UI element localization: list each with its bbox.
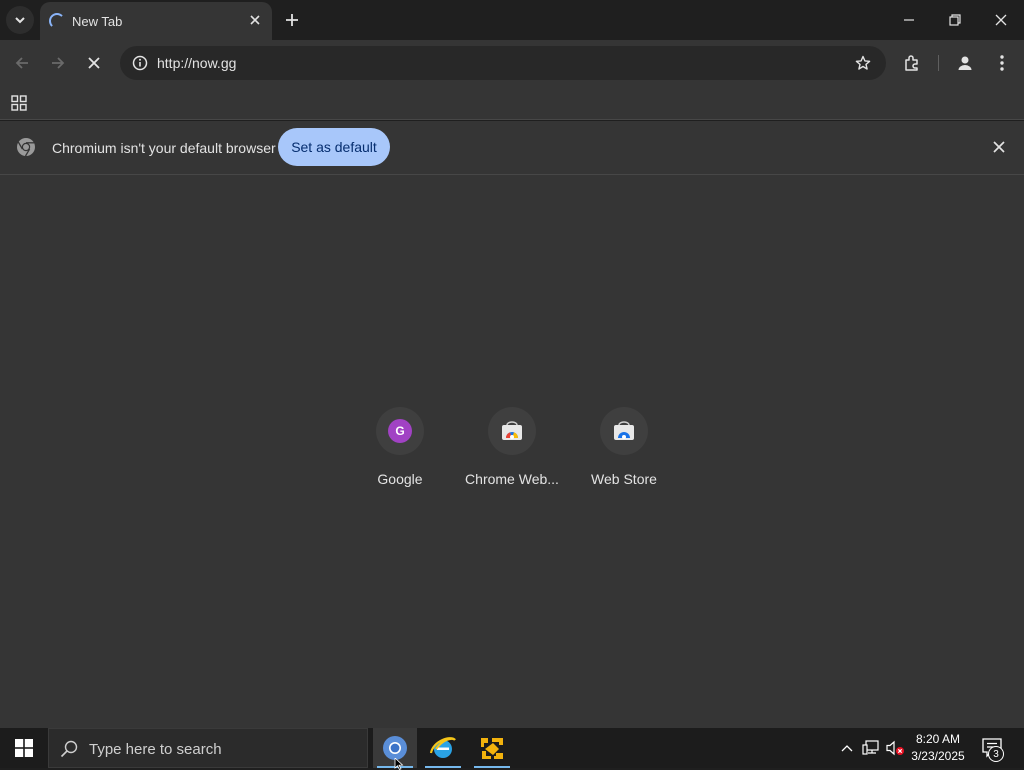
stop-loading-icon <box>88 57 100 69</box>
site-info-button[interactable] <box>128 51 152 75</box>
ie-icon <box>429 737 456 758</box>
volume-muted-icon <box>886 740 904 756</box>
mouse-cursor-icon <box>394 758 404 770</box>
toolbar-separator <box>938 55 939 71</box>
profile-icon <box>958 56 972 70</box>
apps-grid-icon <box>11 95 27 111</box>
shortcut-icon-container <box>488 407 536 455</box>
extensions-icon <box>905 55 918 71</box>
plus-icon <box>286 14 298 26</box>
shortcut-label: Chrome Web... <box>465 471 559 487</box>
show-hidden-icons-button[interactable] <box>836 736 858 760</box>
set-as-default-button[interactable]: Set as default <box>278 128 390 166</box>
menu-dots-icon <box>1000 55 1004 71</box>
extensions-button[interactable] <box>898 49 926 77</box>
volume-tray-button[interactable] <box>884 736 906 760</box>
back-arrow-icon <box>15 57 28 69</box>
search-placeholder: Type here to search <box>89 741 222 758</box>
shortcut-icon-container: G <box>376 407 424 455</box>
bookmark-star-button[interactable] <box>852 52 874 74</box>
shortcut-icon-container <box>600 407 648 455</box>
chevron-up-icon <box>841 745 853 752</box>
stop-loading-button[interactable] <box>80 49 108 77</box>
chromium-logo-icon <box>17 138 35 157</box>
toolbar: http://now.gg <box>0 40 1024 86</box>
forward-arrow-icon <box>52 57 65 69</box>
shortcut-tile-chrome-web-store[interactable]: Chrome Web... <box>456 403 568 493</box>
menu-button[interactable] <box>988 49 1016 77</box>
address-bar[interactable]: http://now.gg <box>120 46 886 80</box>
taskbar-app-tool[interactable] <box>470 728 514 768</box>
chrome-web-store-icon <box>502 421 522 440</box>
clock-time: 8:20 AM <box>915 732 961 746</box>
minimize-icon <box>904 19 914 21</box>
minimize-button[interactable] <box>886 0 932 40</box>
infobar-close-button[interactable] <box>990 138 1008 156</box>
forward-button[interactable] <box>44 49 72 77</box>
close-window-icon <box>995 14 1007 26</box>
shortcut-tile-web-store[interactable]: Web Store <box>568 403 680 493</box>
network-icon <box>862 740 879 755</box>
restore-button[interactable] <box>932 0 978 40</box>
taskbar-clock[interactable]: 8:20 AM 3/23/2025 <box>906 731 970 765</box>
clock-date: 3/23/2025 <box>911 749 965 763</box>
tab-close-button[interactable] <box>246 11 264 29</box>
site-info-icon <box>132 55 148 71</box>
star-icon <box>855 55 871 70</box>
shortcut-tile-google[interactable]: G Google <box>344 403 456 493</box>
tab-title: New Tab <box>72 14 123 29</box>
close-icon <box>250 15 260 25</box>
default-browser-infobar: Chromium isn't your default browser Set … <box>0 121 1024 175</box>
url-text[interactable]: http://now.gg <box>157 55 236 71</box>
restore-icon <box>949 14 961 26</box>
network-tray-button[interactable] <box>860 736 882 760</box>
shortcut-label: Web Store <box>591 471 657 487</box>
chevron-down-icon <box>15 17 25 24</box>
new-tab-button[interactable] <box>280 8 304 32</box>
close-window-button[interactable] <box>978 0 1024 40</box>
start-button[interactable] <box>0 728 48 768</box>
notification-count-badge: 3 <box>988 746 1004 762</box>
tab-search-button[interactable] <box>6 6 34 34</box>
apps-button[interactable] <box>8 92 30 114</box>
new-tab-page: G Google Chrome Web... Web Store <box>0 175 1024 728</box>
loading-spinner-icon <box>49 13 65 29</box>
bookmarks-bar <box>0 86 1024 120</box>
infobar-message: Chromium isn't your default browser <box>52 140 276 156</box>
app-icon <box>481 738 503 759</box>
web-store-icon <box>614 421 634 440</box>
close-icon <box>993 141 1005 153</box>
google-letter-icon: G <box>388 419 412 443</box>
windows-taskbar: Type here to search 8:20 AM 3/23/2025 3 <box>0 728 1024 768</box>
tab-new-tab[interactable]: New Tab <box>40 2 272 40</box>
tab-strip: New Tab <box>0 0 1024 40</box>
search-icon <box>60 740 78 758</box>
taskbar-search-box[interactable]: Type here to search <box>48 728 368 768</box>
back-button[interactable] <box>8 49 36 77</box>
taskbar-app-internet-explorer[interactable] <box>421 728 465 768</box>
shortcut-label: Google <box>377 471 423 487</box>
profile-button[interactable] <box>951 49 979 77</box>
windows-logo-icon <box>15 739 33 757</box>
